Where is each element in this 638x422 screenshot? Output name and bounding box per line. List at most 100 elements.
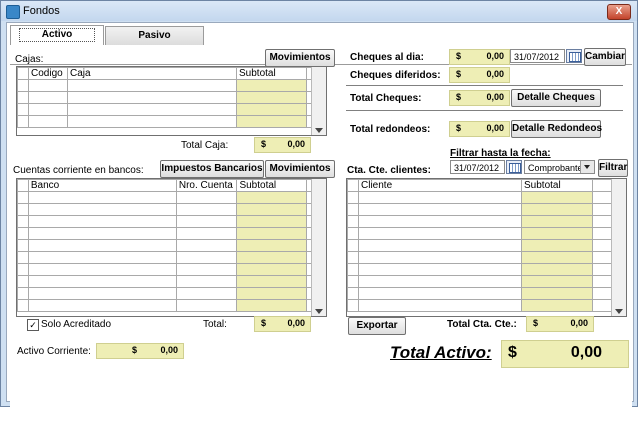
cuentas-label: Cuentas corriente en bancos:	[13, 165, 144, 176]
comprobante-select[interactable]: Comprobante	[524, 160, 595, 174]
table-row[interactable]	[17, 79, 312, 92]
table-row[interactable]	[17, 103, 312, 116]
tab-activo[interactable]: Activo	[10, 25, 104, 45]
total-cheques-value: $ 0,00	[449, 90, 510, 106]
currency-symbol: $	[456, 51, 462, 61]
amount: 0,00	[287, 318, 305, 328]
table-row[interactable]	[347, 239, 612, 252]
col-nro-cuenta[interactable]: Nro. Cuenta	[175, 179, 238, 192]
solo-acreditado-label: Solo Acreditado	[41, 319, 112, 330]
table-row[interactable]	[347, 275, 612, 288]
exportar-button[interactable]: Exportar	[348, 317, 406, 335]
total-caja-label: Total Caja:	[181, 140, 229, 151]
amount: 0,00	[160, 345, 178, 355]
table-row[interactable]	[17, 91, 312, 104]
impuestos-bancarios-button[interactable]: Impuestos Bancarios	[160, 160, 264, 178]
table-row[interactable]	[347, 215, 612, 228]
total-bancos-label: Total:	[203, 319, 227, 330]
scroll-down-icon[interactable]	[615, 309, 623, 314]
currency-symbol: $	[261, 139, 267, 149]
table-row[interactable]	[17, 215, 312, 228]
table-row[interactable]	[347, 287, 612, 300]
solo-acreditado-checkbox[interactable]: ✓	[27, 319, 39, 331]
cheques-al-dia-label: Cheques al dia:	[350, 52, 424, 63]
currency-symbol: $	[261, 318, 267, 328]
chevron-down-icon[interactable]	[580, 161, 594, 173]
table-row[interactable]	[347, 227, 612, 240]
currency-symbol: $	[456, 123, 462, 133]
app-icon	[6, 5, 20, 19]
table-row[interactable]	[17, 191, 312, 204]
cheques-date-field[interactable]: 31/07/2012	[510, 49, 565, 63]
table-row[interactable]	[347, 191, 612, 204]
total-cta-cte-label: Total Cta. Cte.:	[447, 319, 517, 330]
cajas-grid[interactable]: Codigo Caja Subtotal	[16, 66, 327, 136]
cambiar-button[interactable]: Cambiar	[584, 48, 626, 66]
table-row[interactable]	[17, 263, 312, 276]
tab-activo-label: Activo	[18, 28, 96, 42]
amount: 0,00	[287, 139, 305, 149]
col-subtotal[interactable]: Subtotal	[521, 179, 593, 192]
currency-symbol: $	[456, 92, 462, 102]
currency-symbol: $	[508, 344, 517, 361]
table-row[interactable]	[17, 287, 312, 300]
col-subtotal[interactable]: Subtotal	[236, 67, 307, 80]
table-row[interactable]	[17, 203, 312, 216]
col-caja[interactable]: Caja	[67, 67, 237, 80]
col-extra	[592, 179, 612, 192]
amount: 0,00	[570, 318, 588, 328]
total-activo-value: $ 0,00	[501, 340, 629, 368]
table-row[interactable]	[17, 251, 312, 264]
divider	[346, 110, 623, 111]
table-row[interactable]	[347, 203, 612, 216]
clientes-grid[interactable]: Cliente Subtotal	[346, 178, 627, 317]
cajas-movimientos-button[interactable]: Movimientos	[265, 49, 335, 67]
bancos-scrollbar[interactable]	[311, 179, 326, 316]
cajas-scrollbar[interactable]	[311, 67, 326, 135]
amount: 0,00	[486, 69, 504, 79]
total-activo-label: Total Activo:	[390, 343, 492, 362]
amount: 0,00	[486, 92, 504, 102]
detalle-cheques-button[interactable]: Detalle Cheques	[511, 89, 601, 107]
table-row[interactable]	[17, 299, 312, 312]
bancos-grid[interactable]: Banco Nro. Cuenta Subtotal	[16, 178, 327, 317]
table-row[interactable]	[17, 239, 312, 252]
amount: 0,00	[486, 123, 504, 133]
cajas-label: Cajas:	[15, 54, 44, 65]
cheques-diferidos-value: $ 0,00	[449, 67, 510, 83]
col-banco[interactable]: Banco	[27, 179, 177, 192]
tab-pasivo[interactable]: Pasivo	[105, 26, 204, 45]
client-area: Activo Pasivo Cajas: Movimientos Codigo …	[6, 22, 634, 422]
amount: 0,00	[570, 344, 602, 361]
clientes-date-field[interactable]: 31/07/2012	[450, 160, 505, 174]
cuentas-movimientos-button[interactable]: Movimientos	[265, 160, 335, 178]
col-subtotal[interactable]: Subtotal	[236, 179, 307, 192]
total-redondeos-label: Total redondeos:	[350, 124, 431, 135]
table-row[interactable]	[17, 115, 312, 128]
table-row[interactable]	[347, 299, 612, 312]
row-header-cell	[347, 179, 359, 192]
total-caja-value: $ 0,00	[254, 137, 311, 153]
table-row[interactable]	[347, 251, 612, 264]
col-cliente[interactable]: Cliente	[358, 179, 522, 192]
cheques-al-dia-value: $ 0,00	[449, 49, 510, 65]
filtrar-button[interactable]: Filtrar	[598, 159, 628, 177]
cta-cte-clientes-label: Cta. Cte. clientes:	[347, 165, 431, 176]
table-row[interactable]	[17, 227, 312, 240]
amount: 0,00	[486, 51, 504, 61]
col-codigo[interactable]: Codigo	[28, 67, 68, 80]
comprobante-selected: Comprobante	[528, 163, 583, 173]
close-button[interactable]: X	[607, 4, 631, 20]
title-bar: Fondos X	[1, 1, 637, 21]
table-row[interactable]	[17, 275, 312, 288]
detalle-redondeos-button[interactable]: Detalle Redondeos	[511, 120, 602, 138]
calendar-icon[interactable]	[506, 160, 522, 174]
currency-symbol: $	[533, 318, 539, 328]
row-header-cell	[17, 67, 29, 80]
scroll-down-icon[interactable]	[315, 128, 323, 133]
clientes-scrollbar[interactable]	[611, 179, 626, 316]
table-row[interactable]	[347, 263, 612, 276]
cheques-diferidos-label: Cheques diferidos:	[350, 70, 441, 81]
scroll-down-icon[interactable]	[315, 309, 323, 314]
calendar-icon[interactable]	[566, 49, 582, 63]
